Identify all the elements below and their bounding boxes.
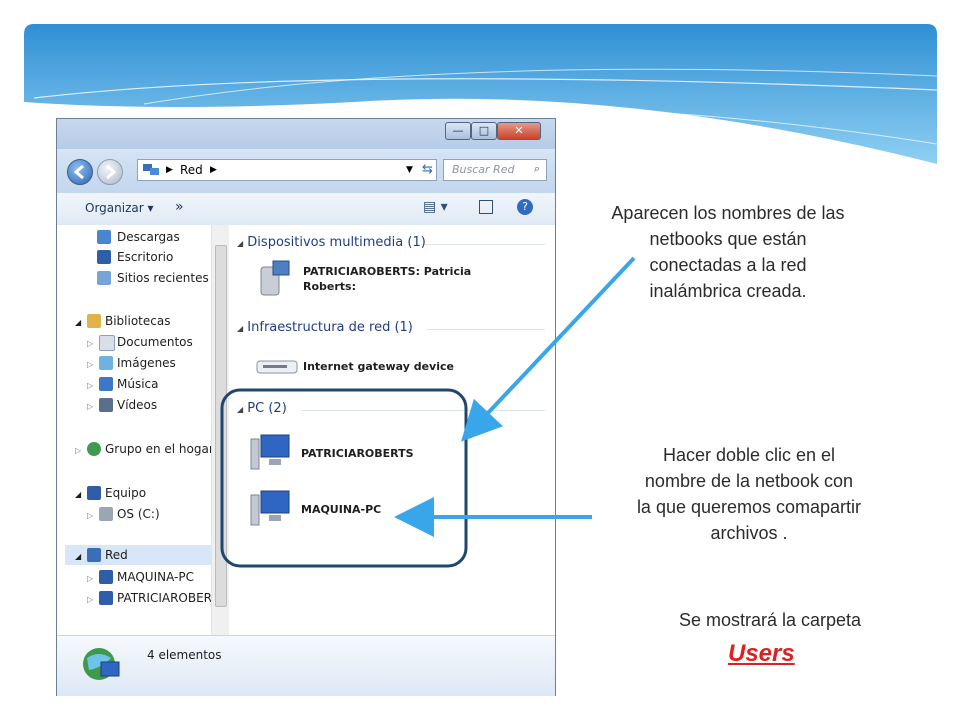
pc-item-patriciaroberts[interactable]: PATRICIAROBERTS [249,433,489,473]
media-device-item[interactable]: PATRICIAROBERTS: Patricia Roberts: [255,259,495,303]
view-options-icon[interactable]: ▤ ▾ [423,199,448,215]
organize-button[interactable]: Organizar ▾ [85,201,154,215]
minimize-button[interactable]: — [445,122,471,140]
pc-icon [99,570,113,584]
pc-icon [99,591,113,605]
close-button[interactable]: ✕ [497,122,541,140]
router-icon [256,360,298,374]
item-count: 4 elementos [147,648,222,662]
nav-item-patriciaroberts[interactable]: ▷ PATRICIAROBERT [87,588,211,608]
nav-item-bibliotecas[interactable]: ◢ Bibliotecas [75,311,170,331]
recent-places-icon [97,271,111,285]
nav-item-escritorio[interactable]: Escritorio [97,247,173,267]
annotation-show-folder: Se mostrará la carpeta [678,610,862,630]
forward-button[interactable] [97,159,123,185]
libraries-icon [87,314,101,328]
pc-item-maquina-pc[interactable]: MAQUINA-PC [249,489,489,529]
videos-icon [99,398,113,412]
group-header-pc[interactable]: ◢ PC (2) [237,401,287,416]
computer-icon [250,434,290,470]
homegroup-icon [87,442,101,456]
expand-arrow-icon[interactable]: ▷ [87,511,93,520]
group-divider [427,329,545,330]
content-pane: ◢ Dispositivos multimedia (1) PATRICIARO… [229,225,555,635]
expand-arrow-icon[interactable]: ▷ [87,339,93,348]
nav-item-imagenes[interactable]: ▷ Imágenes [87,353,176,373]
collapse-arrow-icon[interactable]: ◢ [75,552,81,561]
maximize-button[interactable]: □ [471,122,497,140]
address-bar[interactable]: ▶ Red ▶ ▼ ⇆ [137,159,437,181]
downloads-icon [97,230,111,244]
arrow-left-icon [73,164,84,180]
nav-item-videos[interactable]: ▷ Vídeos [87,395,157,415]
group-header-infra[interactable]: ◢ Infraestructura de red (1) [237,320,413,335]
pictures-icon [99,356,113,370]
address-bar-area: ▶ Red ▶ ▼ ⇆ Buscar Red ⌕ [57,149,555,193]
nav-item-equipo[interactable]: ◢ Equipo [75,483,146,503]
network-icon [87,548,101,562]
expand-arrow-icon[interactable]: ▷ [87,381,93,390]
group-divider [301,410,545,411]
collapse-arrow-icon[interactable]: ◢ [75,490,81,499]
nav-item-os-c[interactable]: ▷ OS (C:) [87,504,160,524]
refresh-icon[interactable]: ⇆ [422,160,433,180]
breadcrumb-separator-icon: ▶ [166,165,173,175]
media-server-icon [260,260,290,296]
music-icon [99,377,113,391]
computer-icon [250,490,290,526]
more-commands-button[interactable]: » [175,199,184,215]
annotation-netbook-names: Aparecen los nombres de las netbooks que… [611,203,845,301]
collapse-arrow-icon: ◢ [237,324,244,333]
preview-pane-icon[interactable] [479,200,493,214]
breadcrumb-separator-icon: ▶ [210,165,217,175]
collapse-arrow-icon: ◢ [237,239,244,248]
nav-item-sitios-recientes[interactable]: Sitios recientes [97,268,209,288]
annotation-double-click: Hacer doble clic en el nombre de la netb… [636,445,862,543]
arrow-right-icon [106,164,117,180]
scroll-thumb[interactable] [215,245,227,607]
address-dropdown-icon[interactable]: ▼ [406,160,413,180]
nav-item-red[interactable]: ◢ Red [65,545,211,565]
network-icon [143,164,159,175]
search-input[interactable]: Buscar Red ⌕ [443,159,547,181]
network-globe-icon [83,648,120,680]
nav-item-musica[interactable]: ▷ Música [87,374,158,394]
group-divider [425,244,545,245]
status-bar: 4 elementos [57,635,555,696]
expand-arrow-icon[interactable]: ▷ [75,446,81,455]
nav-item-descargas[interactable]: Descargas [97,227,180,247]
drive-icon [99,507,113,521]
help-icon[interactable]: ? [517,199,533,215]
nav-item-documentos[interactable]: ▷ Documentos [87,332,193,352]
expand-arrow-icon[interactable]: ▷ [87,595,93,604]
desktop-icon [97,250,111,264]
collapse-arrow-icon[interactable]: ◢ [75,318,81,327]
nav-item-maquina-pc[interactable]: ▷ MAQUINA-PC [87,567,194,587]
nav-item-grupo-en-el-hogar[interactable]: ▷ Grupo en el hogar [75,439,214,459]
command-bar: Organizar ▾ » ▤ ▾ ? [57,193,555,226]
computer-icon [87,486,101,500]
documents-icon [99,335,115,351]
expand-arrow-icon[interactable]: ▷ [87,574,93,583]
search-icon: ⌕ [533,162,540,175]
expand-arrow-icon[interactable]: ▷ [87,360,93,369]
collapse-arrow-icon: ◢ [237,405,244,414]
gateway-item[interactable]: Internet gateway device [255,355,495,385]
nav-scrollbar[interactable] [211,225,229,635]
group-header-multimedia[interactable]: ◢ Dispositivos multimedia (1) [237,235,426,250]
title-bar: — □ ✕ [57,119,555,149]
expand-arrow-icon[interactable]: ▷ [87,402,93,411]
navigation-pane: Descargas Escritorio Sitios recientes ◢ … [57,225,230,635]
explorer-window: — □ ✕ ▶ Red ▶ ▼ ⇆ Buscar Red ⌕ Organizar… [56,118,556,696]
users-folder-label: Users [728,640,795,667]
back-button[interactable] [67,159,93,185]
breadcrumb-red[interactable]: Red [180,160,203,180]
